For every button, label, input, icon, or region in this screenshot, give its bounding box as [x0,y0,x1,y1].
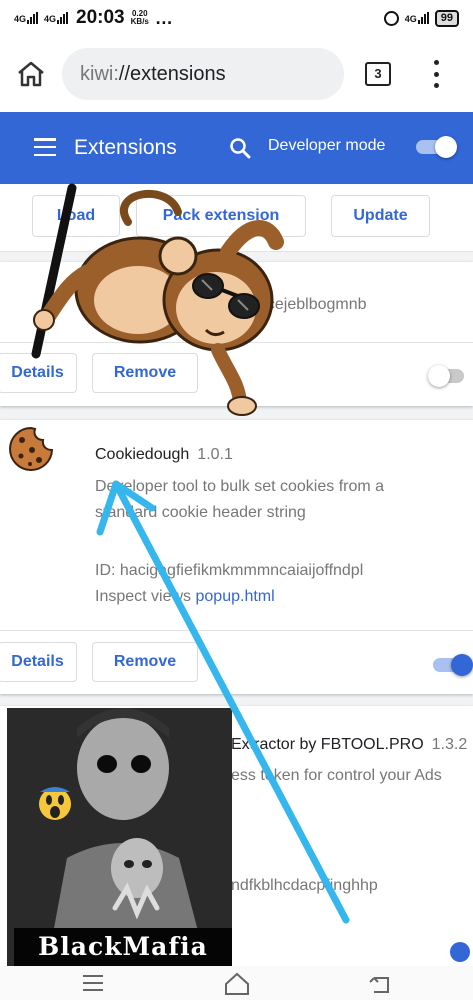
extension-enable-toggle[interactable] [433,653,473,676]
recent-apps-icon[interactable] [80,966,106,1000]
clock: 20:03 [76,7,125,28]
inspect-popup-link[interactable]: popup.html [196,588,275,605]
extension-title: Extractor by FBTOOL.PRO 1.3.2 [231,736,467,754]
update-button[interactable]: Update [331,195,430,237]
extension-enable-toggle[interactable] [428,364,468,387]
network-speed: 0.20 KB/s [131,10,149,26]
browser-toolbar: kiwi://extensions 3 [0,36,473,112]
system-nav-bar [0,966,473,1000]
speed-unit: KB/s [130,17,149,26]
signal-icon-2: 4G [44,12,69,24]
url-scheme: kiwi: [80,62,119,85]
network-type-3: 4G [404,14,417,24]
home-nav-icon[interactable] [222,966,252,1000]
extension-title: Cookiedough 1.0.1 [95,446,233,464]
home-icon[interactable] [16,60,46,88]
tabs-icon[interactable]: 3 [365,62,391,86]
more-vert-icon[interactable] [430,60,442,88]
back-icon[interactable] [368,966,394,1000]
extension-description: ess token for control your Ads [231,767,442,784]
signal-icon-3: 4G [405,12,429,24]
extension-id: ID: hacigagfiefikmkmmmncaiaijoffndpl [95,562,364,579]
extension-description-line-1: Developer tool to bulk set cookies from … [95,478,385,495]
details-button[interactable]: Details [0,642,77,682]
cookie-icon [9,426,54,471]
extension-name: Cookiedough [95,446,190,463]
url-bar[interactable]: kiwi://extensions [62,48,344,100]
overlay-caption: BlackMafia [14,928,232,966]
extension-description-line-2: standard cookie header string [95,504,306,521]
page-title: Extensions [74,136,177,159]
battery-icon: 99 [434,9,459,27]
signal-icon: 4G [14,12,39,24]
remove-button[interactable]: Remove [92,642,198,682]
network-type-2: 4G [44,14,57,24]
extension-name: Extractor by FBTOOL.PRO [231,736,424,753]
notification-overflow: … [154,7,174,28]
extensions-header: Extensions Developer mode [0,112,473,184]
extension-enable-toggle[interactable] [450,942,470,962]
network-type-1: 4G [14,14,27,24]
monkey-sticker [31,183,284,416]
status-right: 4G 99 [383,9,459,27]
search-icon[interactable] [229,137,251,159]
alarm-icon [383,10,399,26]
inspect-views: Inspect views popup.html [95,588,275,606]
status-left: 4G 4G 20:03 0.20 KB/s … [14,7,174,29]
developer-mode-toggle[interactable] [416,135,457,158]
url-path: //extensions [118,62,226,85]
developer-mode-label: Developer mode [268,137,386,154]
extension-version: 1.0.1 [197,446,233,463]
extension-id: ndfkblhcdacpfjnghhp [231,877,378,894]
menu-icon[interactable] [34,138,56,156]
status-bar: 4G 4G 20:03 0.20 KB/s … 4G 99 [0,0,473,36]
extension-card-cookiedough: Cookiedough 1.0.1 Developer tool to bulk … [0,420,473,694]
inspect-views-label: Inspect views [95,588,192,605]
extension-version: 1.3.2 [431,736,468,753]
